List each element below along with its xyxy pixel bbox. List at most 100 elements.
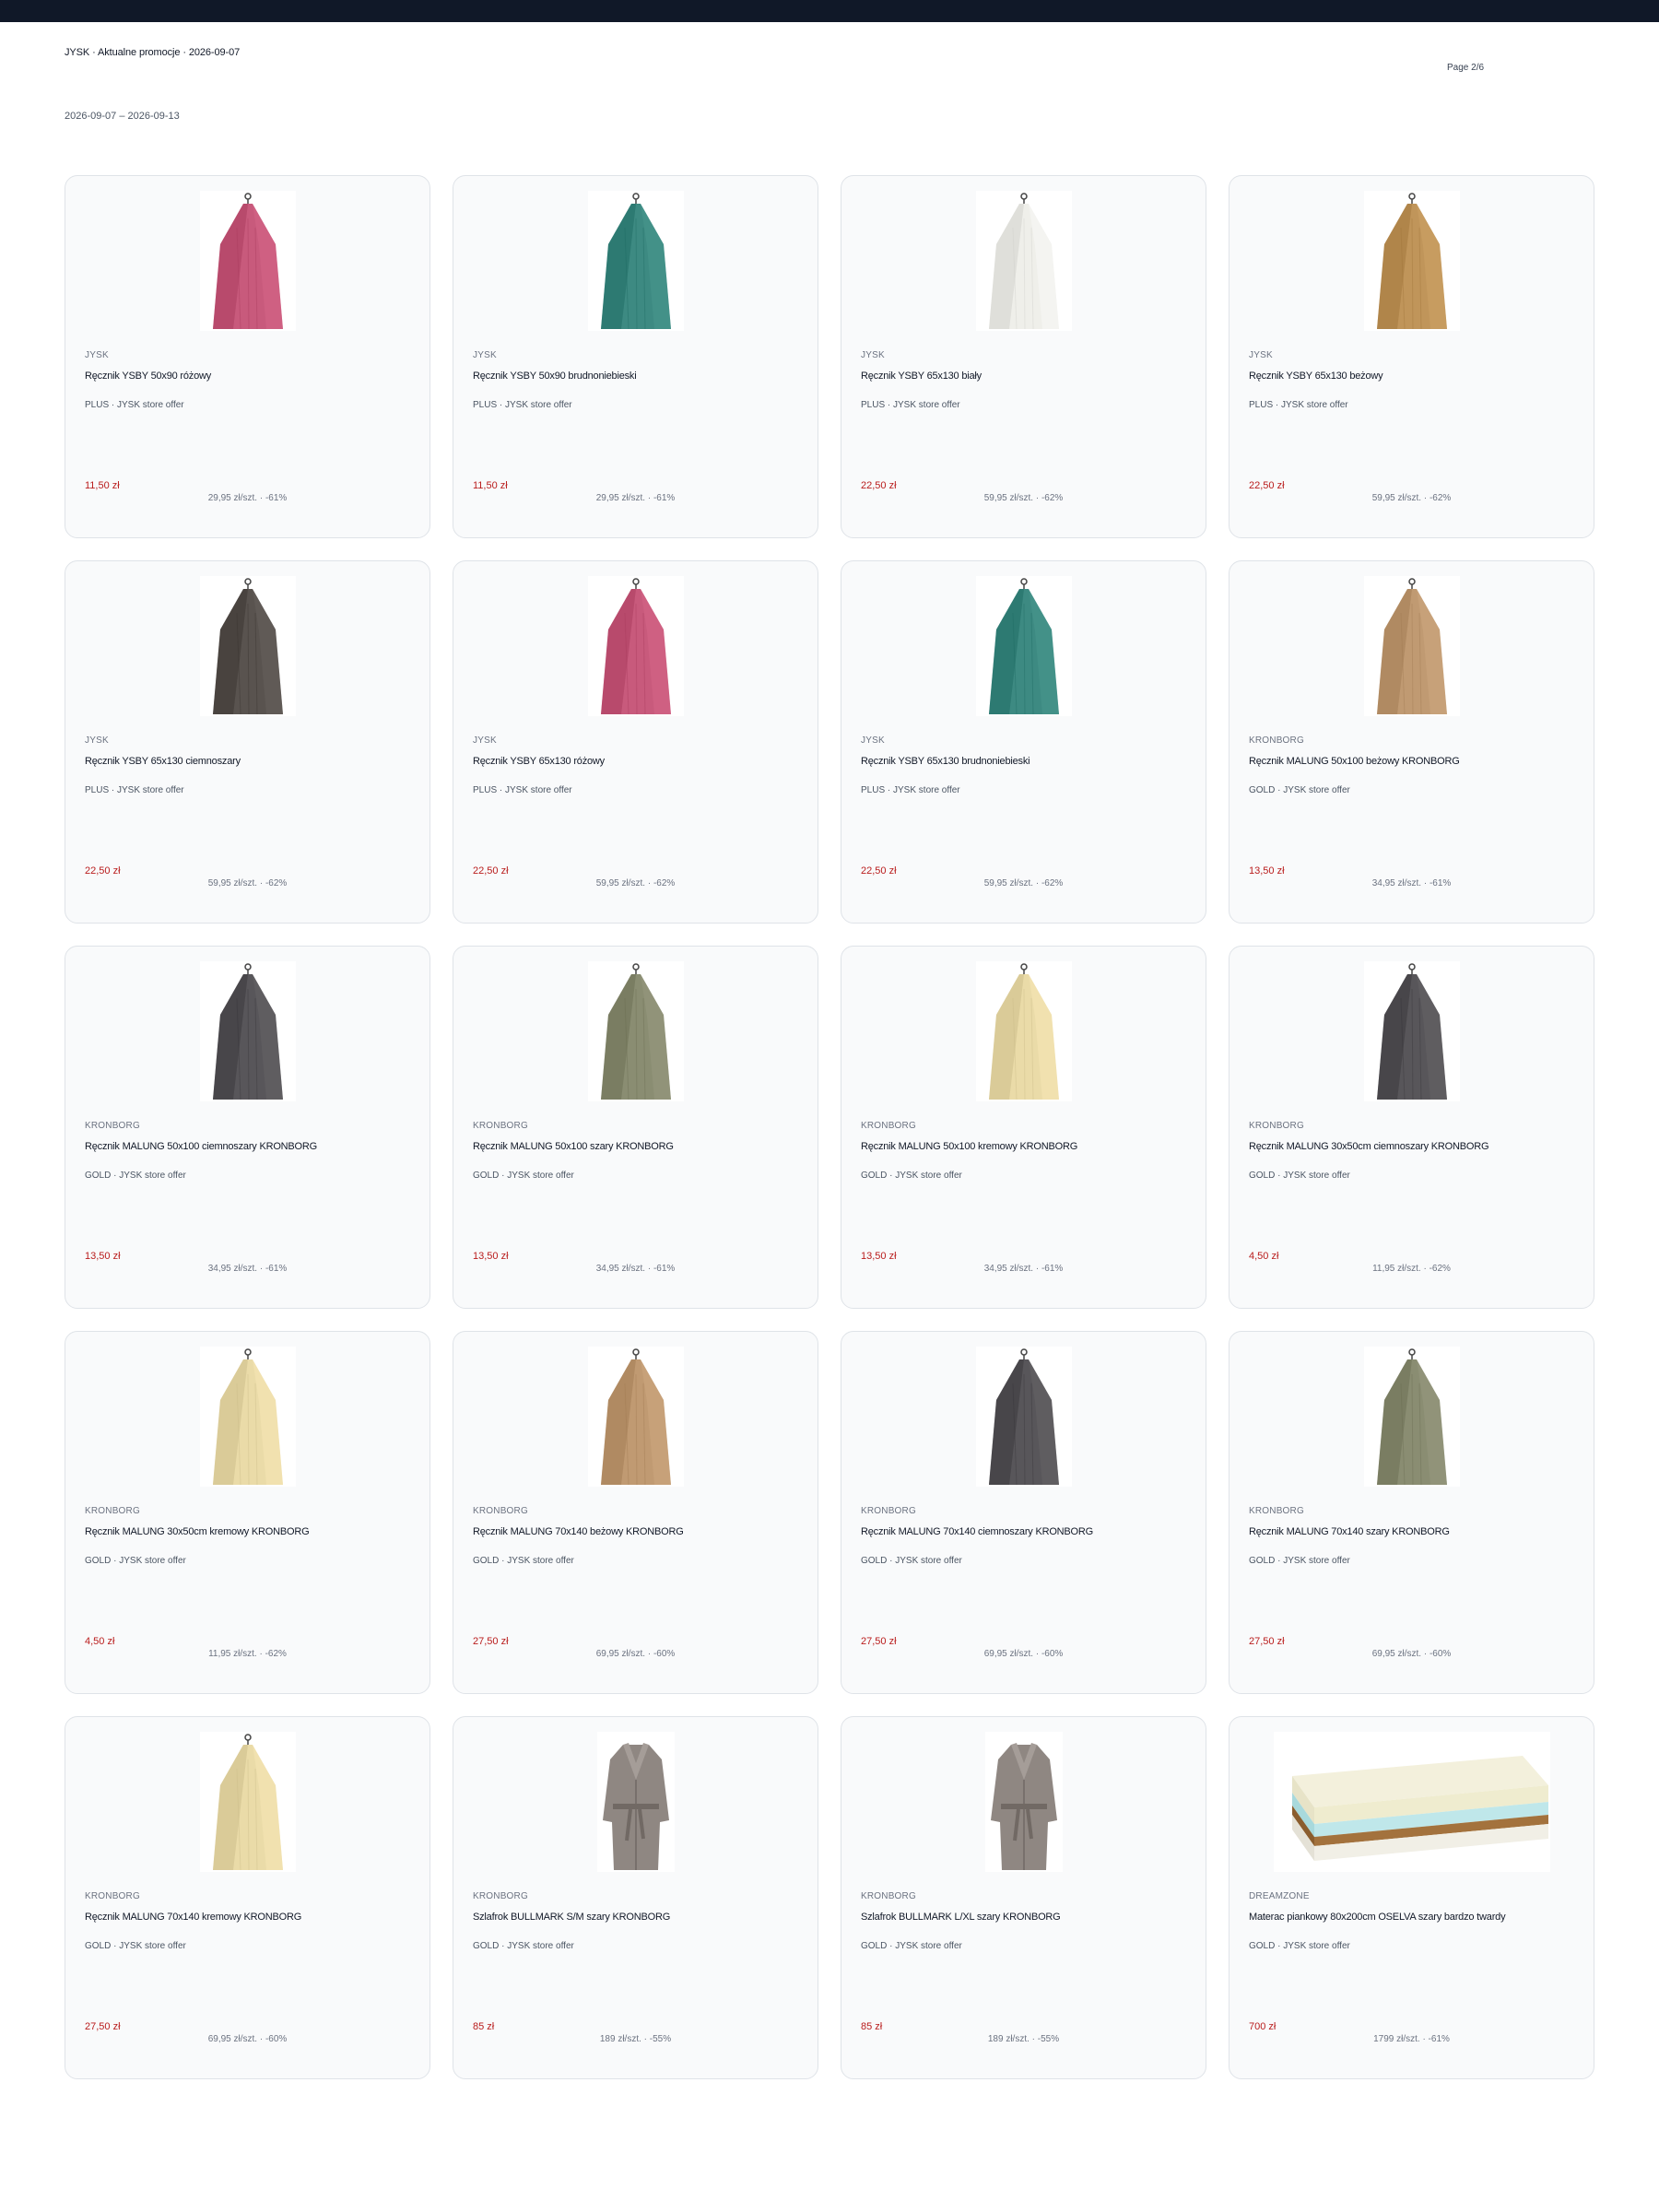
product-brand: KRONBORG bbox=[1249, 1121, 1304, 1131]
product-brand: JYSK bbox=[861, 735, 885, 746]
towel-image bbox=[1230, 1347, 1594, 1487]
product-name: Ręcznik YSBY 50x90 brudnoniebieski bbox=[473, 371, 637, 382]
product-price: 11,50 zł bbox=[473, 480, 508, 491]
product-old-price: 29,95 zł/szt. · -61% bbox=[595, 493, 676, 503]
document-title: JYSK · Aktualne promocje · 2026-09-07 bbox=[65, 47, 241, 58]
product-offer: GOLD · JYSK store offer bbox=[1249, 1171, 1350, 1181]
product-brand: KRONBORG bbox=[473, 1121, 528, 1131]
product-name: Ręcznik YSBY 65x130 beżowy bbox=[1249, 371, 1383, 382]
product-old-price: 69,95 zł/szt. · -60% bbox=[983, 1649, 1064, 1659]
product-brand: KRONBORG bbox=[473, 1506, 528, 1516]
product-brand: KRONBORG bbox=[861, 1121, 916, 1131]
product-brand: JYSK bbox=[85, 350, 109, 360]
towel-image bbox=[65, 576, 429, 716]
product-price: 4,50 zł bbox=[85, 1636, 115, 1647]
product-name: Szlafrok BULLMARK L/XL szary KRONBORG bbox=[861, 1912, 1061, 1923]
product-old-price: 69,95 zł/szt. · -60% bbox=[595, 1649, 676, 1659]
product-name: Ręcznik YSBY 65x130 różowy bbox=[473, 756, 605, 767]
product-price: 4,50 zł bbox=[1249, 1251, 1279, 1262]
product-offer: GOLD · JYSK store offer bbox=[85, 1171, 186, 1181]
product-brand: DREAMZONE bbox=[1249, 1891, 1310, 1901]
product-name: Ręcznik MALUNG 30x50cm ciemnoszary KRONB… bbox=[1249, 1141, 1489, 1152]
product-card[interactable]: KRONBORG Ręcznik MALUNG 50x100 beżowy KRO… bbox=[1229, 560, 1594, 924]
product-name: Ręcznik YSBY 65x130 brudnoniebieski bbox=[861, 756, 1030, 767]
product-card[interactable]: KRONBORG Ręcznik MALUNG 70x140 szary KRON… bbox=[1229, 1331, 1594, 1694]
product-brand: KRONBORG bbox=[85, 1891, 140, 1901]
towel-image bbox=[1230, 576, 1594, 716]
product-offer: GOLD · JYSK store offer bbox=[85, 1941, 186, 1951]
product-card[interactable]: KRONBORG Szlafrok BULLMARK S/M szary KRON… bbox=[453, 1716, 818, 2079]
product-old-price: 34,95 zł/szt. · -61% bbox=[983, 1264, 1064, 1274]
product-name: Ręcznik MALUNG 70x140 szary KRONBORG bbox=[1249, 1526, 1450, 1537]
product-old-price: 189 zł/szt. · -55% bbox=[599, 2034, 672, 2044]
mattress-image bbox=[1230, 1732, 1594, 1872]
product-price: 13,50 zł bbox=[85, 1251, 121, 1262]
product-card[interactable]: KRONBORG Ręcznik MALUNG 70x140 ciemnoszar… bbox=[841, 1331, 1206, 1694]
page-number: Page 2/6 bbox=[1447, 63, 1485, 73]
product-card[interactable]: KRONBORG Ręcznik MALUNG 50x100 szary KRON… bbox=[453, 946, 818, 1309]
product-old-price: 34,95 zł/szt. · -61% bbox=[1371, 878, 1452, 888]
product-name: Ręcznik MALUNG 50x100 beżowy KRONBORG bbox=[1249, 756, 1460, 767]
product-card[interactable]: KRONBORG Ręcznik MALUNG 70x140 kremowy KR… bbox=[65, 1716, 430, 2079]
product-name: Ręcznik YSBY 50x90 różowy bbox=[85, 371, 212, 382]
product-offer: PLUS · JYSK store offer bbox=[473, 785, 572, 795]
bathrobe-image bbox=[453, 1732, 818, 1872]
towel-image bbox=[841, 961, 1206, 1101]
product-price: 13,50 zł bbox=[473, 1251, 509, 1262]
product-card[interactable]: KRONBORG Ręcznik MALUNG 50x100 kremowy KR… bbox=[841, 946, 1206, 1309]
product-card[interactable]: DREAMZONE Materac piankowy 80x200cm OSELV… bbox=[1229, 1716, 1594, 2079]
product-price: 13,50 zł bbox=[1249, 865, 1285, 877]
product-price: 27,50 zł bbox=[861, 1636, 897, 1647]
product-card[interactable]: KRONBORG Ręcznik MALUNG 30x50cm ciemnosza… bbox=[1229, 946, 1594, 1309]
product-brand: KRONBORG bbox=[861, 1506, 916, 1516]
product-price: 27,50 zł bbox=[473, 1636, 509, 1647]
product-old-price: 59,95 zł/szt. · -62% bbox=[207, 878, 288, 888]
product-name: Ręcznik MALUNG 70x140 beżowy KRONBORG bbox=[473, 1526, 684, 1537]
product-grid: JYSK Ręcznik YSBY 50x90 różowy PLUS · JYSK… bbox=[65, 175, 1595, 2079]
product-name: Ręcznik MALUNG 70x140 kremowy KRONBORG bbox=[85, 1912, 302, 1923]
product-old-price: 189 zł/szt. · -55% bbox=[987, 2034, 1060, 2044]
product-old-price: 34,95 zł/szt. · -61% bbox=[207, 1264, 288, 1274]
product-offer: PLUS · JYSK store offer bbox=[473, 400, 572, 410]
date-range: 2026-09-07 – 2026-09-13 bbox=[65, 111, 180, 122]
product-card[interactable]: KRONBORG Ręcznik MALUNG 50x100 ciemnoszar… bbox=[65, 946, 430, 1309]
product-name: Ręcznik MALUNG 50x100 kremowy KRONBORG bbox=[861, 1141, 1078, 1152]
product-card[interactable]: JYSK Ręcznik YSBY 50x90 różowy PLUS · JYSK… bbox=[65, 175, 430, 538]
product-old-price: 11,95 zł/szt. · -62% bbox=[208, 1649, 287, 1659]
product-brand: KRONBORG bbox=[85, 1121, 140, 1131]
product-card[interactable]: JYSK Ręcznik YSBY 65x130 różowy PLUS · JYS… bbox=[453, 560, 818, 924]
product-card[interactable]: JYSK Ręcznik YSBY 65x130 brudnoniebieski P… bbox=[841, 560, 1206, 924]
product-card[interactable]: KRONBORG Szlafrok BULLMARK L/XL szary KRO… bbox=[841, 1716, 1206, 2079]
towel-image bbox=[841, 191, 1206, 331]
towel-image bbox=[453, 191, 818, 331]
product-card[interactable]: JYSK Ręcznik YSBY 50x90 brudnoniebieski PL… bbox=[453, 175, 818, 538]
product-price: 13,50 zł bbox=[861, 1251, 897, 1262]
product-old-price: 59,95 zł/szt. · -62% bbox=[595, 878, 676, 888]
product-name: Ręcznik MALUNG 70x140 ciemnoszary KRONBO… bbox=[861, 1526, 1094, 1537]
towel-image bbox=[453, 576, 818, 716]
product-old-price: 69,95 zł/szt. · -60% bbox=[1371, 1649, 1452, 1659]
product-offer: GOLD · JYSK store offer bbox=[861, 1171, 962, 1181]
product-brand: KRONBORG bbox=[473, 1891, 528, 1901]
product-card[interactable]: KRONBORG Ręcznik MALUNG 70x140 beżowy KRO… bbox=[453, 1331, 818, 1694]
product-offer: GOLD · JYSK store offer bbox=[85, 1556, 186, 1566]
product-brand: JYSK bbox=[1249, 350, 1273, 360]
product-old-price: 69,95 zł/szt. · -60% bbox=[207, 2034, 288, 2044]
product-brand: JYSK bbox=[85, 735, 109, 746]
top-bar bbox=[0, 0, 1659, 22]
product-name: Materac piankowy 80x200cm OSELVA szary b… bbox=[1249, 1912, 1506, 1923]
product-price: 700 zł bbox=[1249, 2021, 1277, 2032]
product-old-price: 34,95 zł/szt. · -61% bbox=[595, 1264, 676, 1274]
product-card[interactable]: JYSK Ręcznik YSBY 65x130 ciemnoszary PLUS … bbox=[65, 560, 430, 924]
product-old-price: 11,95 zł/szt. · -62% bbox=[1372, 1264, 1451, 1274]
towel-image bbox=[65, 1732, 429, 1872]
product-brand: KRONBORG bbox=[1249, 735, 1304, 746]
product-offer: GOLD · JYSK store offer bbox=[473, 1941, 574, 1951]
product-card[interactable]: JYSK Ręcznik YSBY 65x130 beżowy PLUS · JYS… bbox=[1229, 175, 1594, 538]
product-old-price: 59,95 zł/szt. · -62% bbox=[1371, 493, 1452, 503]
product-old-price: 59,95 zł/szt. · -62% bbox=[983, 878, 1064, 888]
product-name: Ręcznik MALUNG 50x100 ciemnoszary KRONBO… bbox=[85, 1141, 318, 1152]
product-offer: GOLD · JYSK store offer bbox=[1249, 1941, 1350, 1951]
product-card[interactable]: KRONBORG Ręcznik MALUNG 30x50cm kremowy K… bbox=[65, 1331, 430, 1694]
product-card[interactable]: JYSK Ręcznik YSBY 65x130 biały PLUS · JYSK… bbox=[841, 175, 1206, 538]
